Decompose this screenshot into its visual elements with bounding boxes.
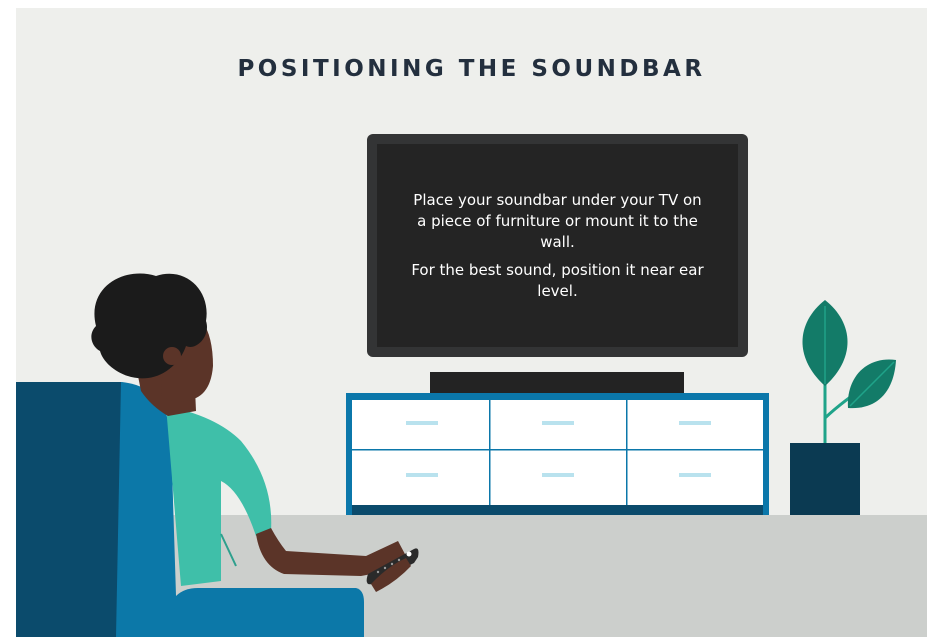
illustration-scene: POSITIONING THE SOUNDBAR Place your soun… bbox=[16, 8, 927, 637]
instruction-ear-level: For the best sound, position it near ear… bbox=[411, 261, 704, 300]
plant-icon bbox=[786, 298, 901, 515]
viewer-on-chair bbox=[16, 266, 436, 637]
page-title: POSITIONING THE SOUNDBAR bbox=[237, 56, 706, 82]
instruction-placement: Place your soundbar under your TV on a p… bbox=[413, 191, 702, 251]
soundbar bbox=[430, 372, 684, 393]
